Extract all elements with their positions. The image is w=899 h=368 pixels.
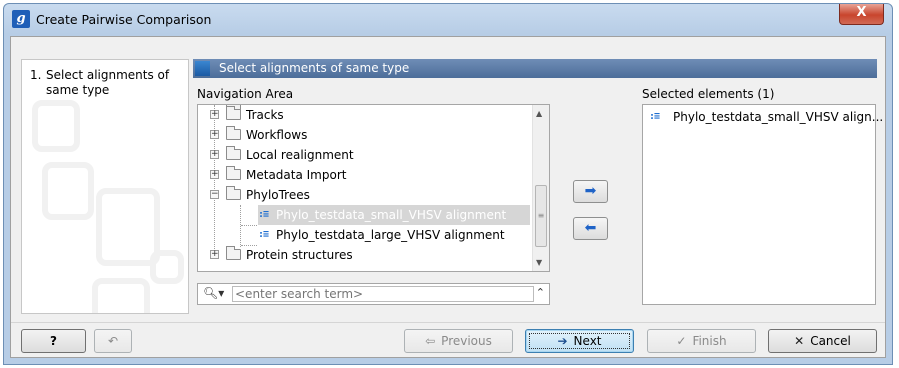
previous-button[interactable]: ⇦ Previous [404,329,513,353]
decorative-shape [92,278,150,313]
reset-button[interactable]: ↶ [94,329,132,353]
cancel-button[interactable]: ✕ Cancel [768,329,877,353]
app-icon: g [12,10,30,28]
decorative-shape [32,100,80,152]
finish-label: Finish [692,334,727,348]
tree-item-local-realignment[interactable]: + Local realignment [198,145,534,165]
decorative-shape [42,162,94,220]
finish-button[interactable]: ✓ Finish [647,329,756,353]
panel-header: Select alignments of same type [193,59,877,78]
search-bar: 🔍︎▾ ⌃ [197,283,550,305]
dialog-window: g Create Pairwise Comparison X 1. Select… [3,3,893,365]
selected-elements-list[interactable]: :≡ Phylo_testdata_small_VHSV align... [642,104,883,305]
panel-header-title: Select alignments of same type [219,61,410,75]
tree-item-label: Phylo_testdata_small_VHSV alignment [276,208,507,222]
scroll-down-icon[interactable]: ▼ [536,258,542,267]
tree-item-label: Protein structures [246,248,353,262]
selected-elements-label: Selected elements (1) [642,87,775,101]
tree-item-label: Tracks [246,108,284,122]
navigation-area-label: Navigation Area [197,87,294,101]
step-number: 1. [30,68,42,82]
selected-item-label: Phylo_testdata_small_VHSV align... [673,110,884,124]
tree-item-label: Phylo_testdata_large_VHSV alignment [276,228,505,242]
wizard-steps-panel: 1. Select alignments of same type [21,59,189,314]
selected-item[interactable]: :≡ Phylo_testdata_small_VHSV align... [643,107,883,127]
navigation-tree[interactable]: + Tracks + Workflows + Local realignment… [197,104,550,272]
footer-separator [11,322,885,323]
search-input[interactable] [232,286,534,302]
alignment-icon: :≡ [649,111,660,122]
step-label: Select alignments of same type [46,68,170,97]
folder-icon [226,106,241,120]
tree-item-tracks[interactable]: + Tracks [198,105,534,125]
checkmark-icon: ✓ [676,334,687,348]
left-arrow-icon: ⬅ [584,220,597,236]
title-bar: g Create Pairwise Comparison X [4,4,892,36]
cancel-label: Cancel [810,334,851,348]
right-arrow-icon: ➡ [584,183,597,199]
add-to-selected-button[interactable]: ➡ [573,180,608,203]
window-title: Create Pairwise Comparison [36,12,212,27]
tree-item-large-vhsv-alignment[interactable]: :≡ Phylo_testdata_large_VHSV alignment [198,225,534,245]
scroll-thumb[interactable]: ≡ [535,185,547,247]
tree-item-protein-structures[interactable]: + Protein structures [198,245,534,265]
tree-item-small-vhsv-alignment[interactable]: :≡ Phylo_testdata_small_VHSV alignment [198,205,534,225]
folder-icon [226,246,241,260]
alignment-icon: :≡ [258,209,269,220]
expand-icon[interactable]: + [210,130,219,139]
reset-icon: ↶ [107,334,119,348]
tree-item-workflows[interactable]: + Workflows [198,125,534,145]
remove-from-selected-button[interactable]: ⬅ [573,217,608,240]
expand-icon[interactable]: + [210,170,219,179]
tree-item-label: Workflows [246,128,308,142]
left-arrow-icon: ⇦ [425,334,436,348]
tree-vertical-scrollbar[interactable]: ▲ ≡ ▼ [532,105,549,271]
expand-icon[interactable]: + [210,150,219,159]
panel-header-marker [195,61,210,76]
alignment-icon: :≡ [258,229,269,240]
expand-icon[interactable]: + [210,110,219,119]
expand-icon[interactable]: + [210,250,219,259]
tree-item-metadata-import[interactable]: + Metadata Import [198,165,534,185]
scroll-up-icon[interactable]: ▲ [536,109,542,118]
collapse-icon[interactable]: − [210,190,219,199]
tree-item-label: Metadata Import [246,168,347,182]
folder-icon [226,166,241,180]
open-folder-icon [226,186,241,200]
decorative-shape [150,250,184,284]
help-button[interactable]: ? [21,329,86,353]
collapse-search-icon[interactable]: ⌃ [536,286,545,299]
tree-item-label: PhyloTrees [246,188,310,202]
folder-icon [226,146,241,160]
tree-item-label: Local realignment [246,148,354,162]
folder-icon [226,126,241,140]
next-button[interactable]: ➔ Next [525,329,634,353]
dialog-client-area: 1. Select alignments of same type Select… [10,36,886,358]
previous-label: Previous [441,334,492,348]
cancel-x-icon: ✕ [794,334,805,348]
close-button[interactable]: X [839,4,884,25]
search-icon[interactable]: 🔍︎▾ [203,286,224,300]
tree-item-phylotrees[interactable]: − PhyloTrees [198,185,534,205]
focus-ring [529,333,630,349]
